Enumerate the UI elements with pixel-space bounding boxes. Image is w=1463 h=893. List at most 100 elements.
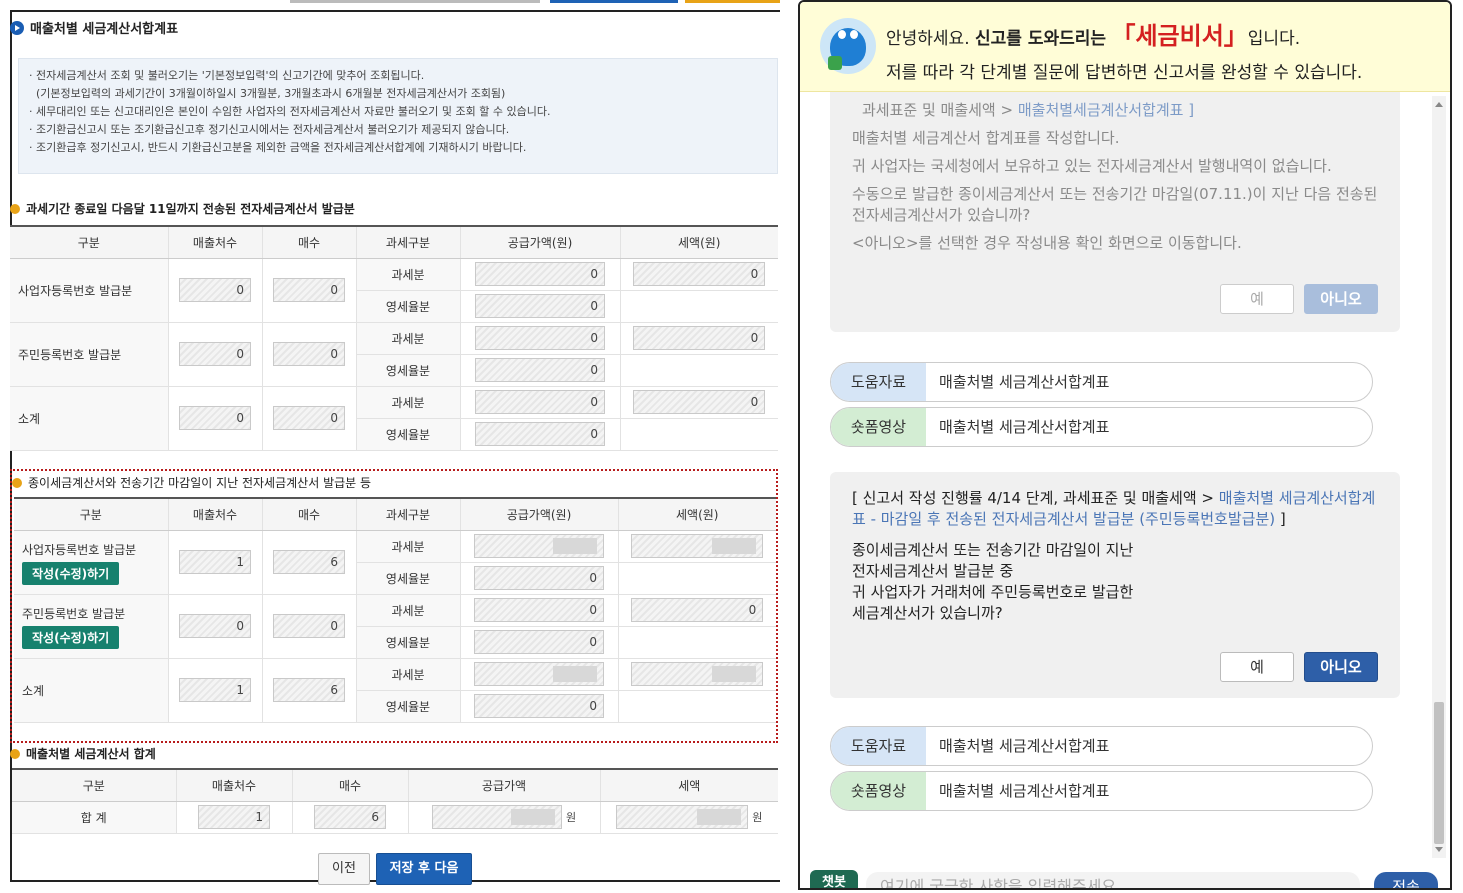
bullet-icon bbox=[10, 748, 20, 759]
yes-button[interactable]: 예 bbox=[1220, 652, 1294, 682]
col-header: 매수 bbox=[292, 769, 409, 802]
tax-type-label: 영세율분 bbox=[356, 418, 461, 451]
col-header: 과세구분 bbox=[356, 498, 461, 531]
zero-supply-input[interactable]: 0 bbox=[475, 358, 605, 382]
chat-message-current: [ 신고서 작성 진행률 4/14 단계, 과세표준 및 매출세액 > 매출처별… bbox=[830, 472, 1400, 698]
section1-table: 구분 매출처수 매수 과세구분 공급가액(원) 세액(원) 사업자등록번호 발급… bbox=[10, 225, 778, 451]
scroll-thumb[interactable] bbox=[1434, 702, 1444, 844]
tax-input[interactable]: 0 bbox=[631, 598, 764, 622]
zero-supply-input[interactable]: 0 bbox=[475, 294, 605, 318]
row-label: 주민등록번호 발급분 bbox=[10, 322, 169, 387]
zero-supply-input[interactable]: 0 bbox=[474, 694, 604, 718]
chatbot-icon[interactable]: 챗봇 bbox=[810, 870, 858, 888]
scroll-down-icon[interactable] bbox=[1435, 847, 1443, 852]
notice-item: (기본정보입력의 과세기간이 3개월이하일시 3개월분, 3개월초과시 6개월분… bbox=[36, 87, 506, 100]
no-button[interactable]: 아니오 bbox=[1304, 284, 1378, 314]
count-input[interactable]: 0 bbox=[273, 614, 345, 638]
tax-input[interactable]: 0 bbox=[633, 390, 766, 414]
chat-body: 과세표준 및 매출세액 > 매출처별세금계산서합계표 ] 매출처별 세금계산서 … bbox=[800, 92, 1434, 860]
row-label: 소계 bbox=[14, 658, 169, 723]
video-link-text: 매출처별 세금계산서합계표 bbox=[939, 782, 1110, 800]
count-input[interactable]: 0 bbox=[273, 342, 345, 366]
send-button[interactable]: 전송 bbox=[1374, 872, 1438, 888]
tax-input[interactable] bbox=[631, 662, 764, 686]
supply-input[interactable]: 0 bbox=[475, 262, 605, 286]
zero-supply-input[interactable]: 0 bbox=[474, 630, 604, 654]
chat-scrollbar[interactable] bbox=[1432, 96, 1446, 858]
supply-input[interactable]: 0 bbox=[474, 598, 604, 622]
notice-item: · 조기환급후 정기신고시, 반드시 기환급신고분을 제외한 금액을 전자세금계… bbox=[29, 141, 527, 154]
greeting-line1: 안녕하세요. 신고를 도와드리는 「세금비서」입니다. bbox=[886, 22, 1301, 50]
supply-input[interactable]: 0 bbox=[475, 390, 605, 414]
customers-input[interactable]: 0 bbox=[179, 278, 251, 302]
tax-type-label: 영세율분 bbox=[356, 626, 461, 659]
col-header: 세액(원) bbox=[618, 498, 776, 531]
help-material-link[interactable]: 도움자료 매출처별 세금계산서합계표 bbox=[830, 726, 1373, 766]
write-edit-button[interactable]: 작성(수정)하기 bbox=[22, 626, 120, 649]
shortform-video-link[interactable]: 숏폼영상 매출처별 세금계산서합계표 bbox=[830, 407, 1373, 447]
video-tag: 숏폼영상 bbox=[831, 408, 926, 446]
row-label: 사업자등록번호 발급분 bbox=[22, 543, 137, 557]
tax-type-label: 영세율분 bbox=[356, 354, 461, 387]
col-header: 공급가액(원) bbox=[460, 498, 619, 531]
col-header: 구분 bbox=[12, 769, 177, 802]
tax-input[interactable] bbox=[616, 805, 749, 829]
row-label-cell: 주민등록번호 발급분 작성(수정)하기 bbox=[14, 594, 169, 659]
supply-input[interactable] bbox=[431, 805, 562, 829]
tax-input[interactable]: 0 bbox=[633, 326, 766, 350]
customers-input[interactable]: 1 bbox=[179, 678, 251, 702]
col-header: 구분 bbox=[10, 226, 169, 259]
tax-input[interactable]: 0 bbox=[633, 262, 766, 286]
count-input[interactable]: 0 bbox=[273, 278, 345, 302]
masked-value bbox=[697, 809, 742, 825]
zero-supply-input[interactable]: 0 bbox=[475, 422, 605, 446]
customers-input[interactable]: 1 bbox=[179, 550, 251, 574]
customers-input[interactable]: 0 bbox=[179, 614, 251, 638]
video-link-text: 매출처별 세금계산서합계표 bbox=[939, 418, 1110, 436]
tax-input[interactable] bbox=[631, 534, 764, 558]
notice-item: · 세무대리인 또는 신고대리인은 본인이 수임한 사업자의 전자세금계산서 자… bbox=[29, 105, 551, 118]
brand-name: 「세금비서」 bbox=[1111, 22, 1248, 50]
col-header: 구분 bbox=[14, 498, 169, 531]
supply-input[interactable] bbox=[474, 662, 604, 686]
customers-input[interactable]: 1 bbox=[198, 805, 270, 829]
prev-button[interactable]: 이전 bbox=[318, 853, 370, 885]
help-material-link[interactable]: 도움자료 매출처별 세금계산서합계표 bbox=[830, 362, 1373, 402]
no-button[interactable]: 아니오 bbox=[1304, 652, 1378, 682]
customers-input[interactable]: 0 bbox=[179, 342, 251, 366]
write-edit-button[interactable]: 작성(수정)하기 bbox=[22, 562, 120, 585]
masked-value bbox=[712, 666, 757, 682]
table-row: 사업자등록번호 발급분 0 0 과세분 0 0 bbox=[10, 258, 778, 323]
col-header: 매출처수 bbox=[168, 498, 263, 531]
save-next-button[interactable]: 저장 후 다음 bbox=[376, 853, 472, 885]
masked-value bbox=[510, 809, 555, 825]
table-row: 소계 0 0 과세분 0 0 bbox=[10, 386, 778, 451]
tax-type-label: 과세분 bbox=[356, 322, 461, 355]
row-label-cell: 사업자등록번호 발급분 작성(수정)하기 bbox=[14, 530, 169, 595]
masked-value bbox=[553, 666, 597, 682]
count-input[interactable]: 6 bbox=[314, 805, 386, 829]
scroll-up-icon[interactable] bbox=[1435, 102, 1443, 107]
chat-input[interactable]: 여기에 궁금한 사항을 입력해주세요. bbox=[866, 872, 1360, 888]
mascot-avatar bbox=[820, 18, 876, 74]
total-label: 합 계 bbox=[12, 801, 177, 834]
section2-title: 종이세금계산서와 전송기간 마감일이 지난 전자세금계산서 발급분 등 bbox=[12, 474, 371, 491]
yes-button[interactable]: 예 bbox=[1220, 284, 1294, 314]
table-row: 합 계 1 6 원 원 bbox=[12, 801, 778, 834]
col-header: 세액(원) bbox=[620, 226, 778, 259]
count-input[interactable]: 6 bbox=[273, 550, 345, 574]
page-title: 매출처별 세금계산서합계표 bbox=[10, 18, 178, 37]
shortform-video-link[interactable]: 숏폼영상 매출처별 세금계산서합계표 bbox=[830, 771, 1373, 811]
supply-input[interactable]: 0 bbox=[475, 326, 605, 350]
tax-type-label: 과세분 bbox=[356, 258, 461, 291]
tax-type-label: 영세율분 bbox=[356, 562, 461, 595]
zero-supply-input[interactable]: 0 bbox=[474, 566, 604, 590]
table-row: 사업자등록번호 발급분 작성(수정)하기 1 6 과세분 bbox=[14, 530, 776, 595]
help-tag: 도움자료 bbox=[831, 363, 926, 401]
col-header: 공급가액 bbox=[408, 769, 601, 802]
tax-type-label: 영세율분 bbox=[356, 290, 461, 323]
customers-input[interactable]: 0 bbox=[179, 406, 251, 430]
count-input[interactable]: 6 bbox=[273, 678, 345, 702]
count-input[interactable]: 0 bbox=[273, 406, 345, 430]
supply-input[interactable] bbox=[474, 534, 604, 558]
